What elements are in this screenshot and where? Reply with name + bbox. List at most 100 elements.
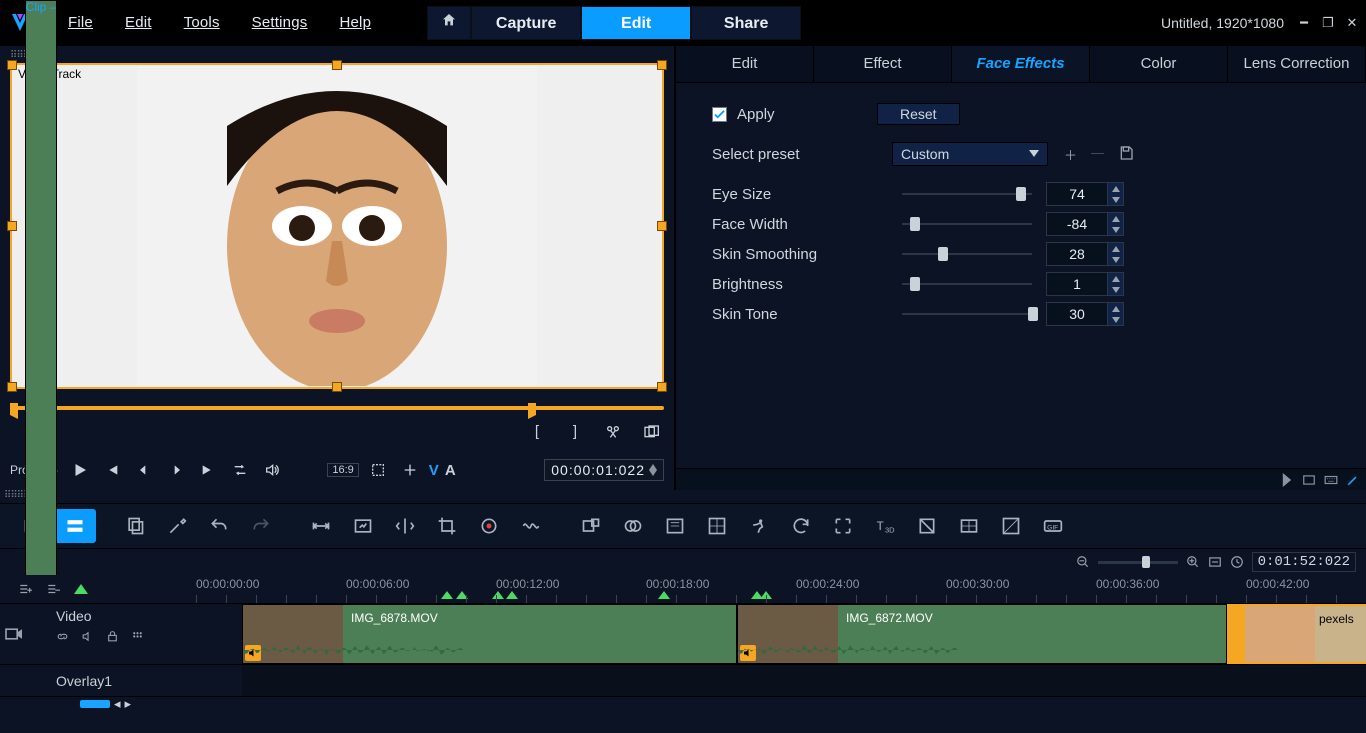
video-scope-toggle[interactable]: V (429, 462, 439, 479)
preview-seekbar[interactable] (10, 403, 664, 413)
resize-handle[interactable] (7, 60, 17, 70)
volume-button[interactable] (259, 457, 285, 483)
clock-icon[interactable] (1230, 555, 1244, 569)
preset-select[interactable]: Custom (892, 142, 1048, 166)
audio-duck-button[interactable] (510, 509, 552, 543)
fit-horizontal-button[interactable] (300, 509, 342, 543)
slider-spinner[interactable] (1108, 242, 1124, 266)
mode-tab-edit[interactable]: Edit (581, 6, 691, 40)
slider-1[interactable] (902, 215, 1032, 233)
go-start-button[interactable] (99, 457, 125, 483)
menu-edit[interactable]: Edit (109, 0, 168, 46)
save-preset-button[interactable] (1118, 145, 1134, 161)
preview-timecode[interactable]: 00:00:01:022 (544, 459, 664, 481)
slider-0[interactable] (902, 185, 1032, 203)
resize-handle[interactable] (332, 382, 342, 392)
timeline-scrollbar[interactable]: ◂▸ (0, 697, 1366, 711)
mask-button[interactable] (906, 509, 948, 543)
copy-button[interactable] (114, 509, 156, 543)
fit-project-icon[interactable] (1208, 555, 1222, 569)
minimize-button[interactable]: ━ (1296, 15, 1312, 31)
guides-button[interactable] (397, 457, 423, 483)
timeline-view-button[interactable] (54, 509, 96, 543)
slider-spinner[interactable] (1108, 182, 1124, 206)
apply-checkbox[interactable] (712, 107, 727, 122)
prev-frame-button[interactable] (131, 457, 157, 483)
mode-tab-share[interactable]: Share (691, 6, 801, 40)
slider-value[interactable]: -84 (1046, 212, 1108, 236)
loop-button[interactable] (227, 457, 253, 483)
tab-lens[interactable]: Lens Correction (1228, 46, 1366, 82)
resize-handle[interactable] (657, 221, 667, 231)
grid-button[interactable] (696, 509, 738, 543)
menu-tools[interactable]: Tools (168, 0, 236, 46)
resize-handle[interactable] (7, 221, 17, 231)
zoom-slider[interactable] (1098, 561, 1178, 564)
tab-color[interactable]: Color (1090, 46, 1228, 82)
redo-button[interactable] (240, 509, 282, 543)
edit-notes-icon[interactable] (1346, 473, 1360, 487)
chapter-button[interactable] (654, 509, 696, 543)
resize-preview-button[interactable] (365, 457, 391, 483)
menu-help[interactable]: Help (323, 0, 387, 46)
exposure-button[interactable] (990, 509, 1032, 543)
tab-effect[interactable]: Effect (814, 46, 952, 82)
mode-tab-capture[interactable]: Capture (471, 6, 581, 40)
time-ruler[interactable]: 00:00:00:0000:00:06:0000:00:12:0000:00:1… (196, 575, 1366, 603)
pan-zoom-button[interactable] (342, 509, 384, 543)
zoom-in-icon[interactable] (1186, 555, 1200, 569)
slider-spinner[interactable] (1108, 272, 1124, 296)
slider-4[interactable] (902, 305, 1032, 323)
preview-canvas[interactable]: Video Track (10, 63, 664, 389)
mark-in-icon[interactable]: [ (524, 419, 550, 445)
tab-face-effects[interactable]: Face Effects (952, 46, 1090, 82)
add-marker-button[interactable] (18, 582, 32, 596)
resize-handle[interactable] (657, 382, 667, 392)
mark-out-icon[interactable]: ] (562, 419, 588, 445)
undo-button[interactable] (198, 509, 240, 543)
slider-value[interactable]: 30 (1046, 302, 1108, 326)
resize-handle[interactable] (332, 60, 342, 70)
link-icon[interactable] (56, 630, 69, 643)
video-track[interactable]: IMG_6878.MOVIMG_6872.MOVpexels (242, 604, 1366, 664)
tracking-button[interactable] (822, 509, 864, 543)
snapshot-icon[interactable] (638, 419, 664, 445)
menu-settings[interactable]: Settings (236, 0, 324, 46)
slider-spinner[interactable] (1108, 302, 1124, 326)
remove-marker-button[interactable] (46, 582, 60, 596)
toggle-markers-button[interactable] (74, 582, 88, 596)
preview-small-icon[interactable] (1302, 473, 1316, 487)
scroll-right-icon[interactable] (1280, 473, 1294, 487)
crop-button[interactable] (426, 509, 468, 543)
mute-icon[interactable] (81, 630, 94, 643)
overlay-track[interactable] (242, 665, 1366, 696)
add-preset-button[interactable]: ＋ (1064, 145, 1077, 164)
lock-icon[interactable] (106, 630, 119, 643)
slider-2[interactable] (902, 245, 1032, 263)
ripple-icon[interactable] (131, 630, 144, 643)
tab-edit[interactable]: Edit (676, 46, 814, 82)
timeline-clip[interactable]: IMG_6878.MOV (242, 604, 737, 664)
record-button[interactable] (468, 509, 510, 543)
keyboard-icon[interactable] (1324, 473, 1338, 487)
slider-value[interactable]: 1 (1046, 272, 1108, 296)
audio-scope-toggle[interactable]: A (445, 462, 456, 479)
stepper-down-icon[interactable] (649, 470, 657, 476)
mode-tab-home[interactable] (427, 6, 471, 40)
color-grading-button[interactable] (948, 509, 990, 543)
timeline-clip[interactable]: IMG_6872.MOV (737, 604, 1227, 664)
multicam-button[interactable] (570, 509, 612, 543)
next-frame-button[interactable] (163, 457, 189, 483)
resize-handle[interactable] (7, 382, 17, 392)
tools-button[interactable] (156, 509, 198, 543)
slider-value[interactable]: 28 (1046, 242, 1108, 266)
aspect-ratio-chip[interactable]: 16:9 (327, 463, 358, 477)
zoom-out-icon[interactable] (1076, 555, 1090, 569)
slider-3[interactable] (902, 275, 1032, 293)
reset-button[interactable]: Reset (877, 103, 960, 125)
overlay-blend-button[interactable] (612, 509, 654, 543)
slider-spinner[interactable] (1108, 212, 1124, 236)
timeline-clip[interactable]: pexels (1227, 604, 1366, 664)
rotate-button[interactable] (780, 509, 822, 543)
maximize-button[interactable]: ❐ (1320, 15, 1336, 31)
